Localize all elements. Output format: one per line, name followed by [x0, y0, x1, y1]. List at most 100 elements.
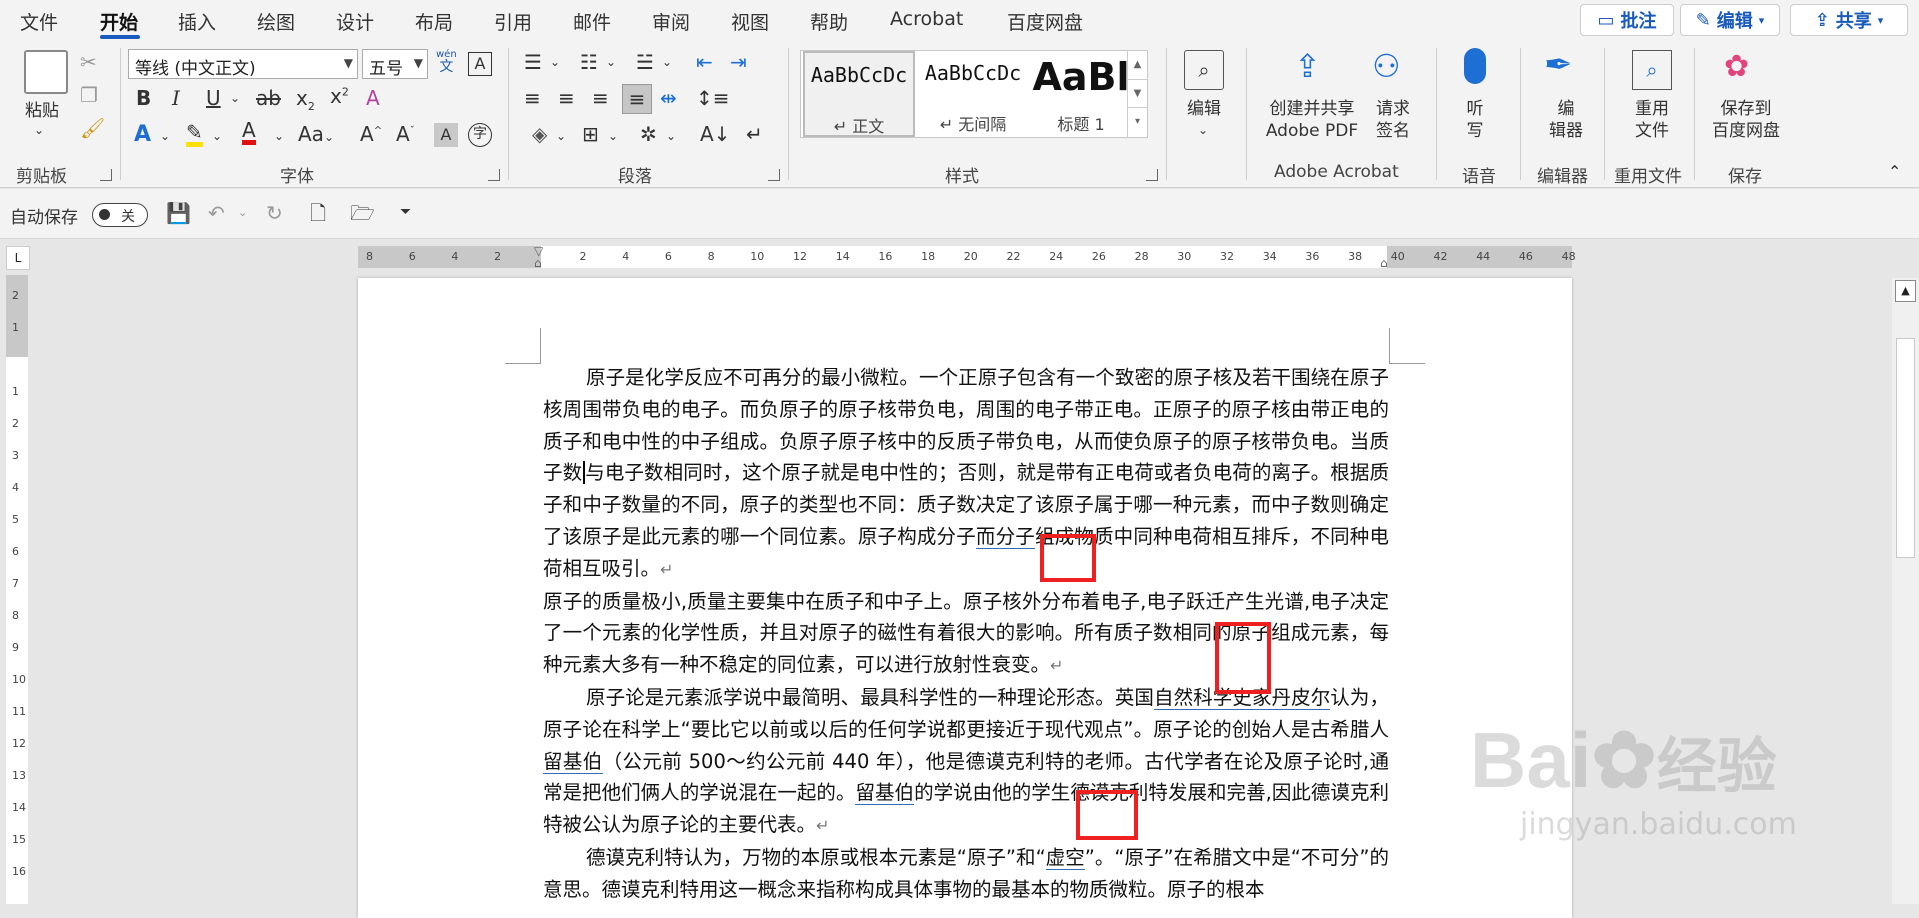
create-pdf-icon[interactable]: ⇪ [1294, 50, 1321, 82]
chevron-down-icon[interactable]: ⌄ [550, 56, 560, 68]
scroll-thumb[interactable] [1896, 338, 1915, 558]
paste-icon[interactable] [24, 50, 68, 94]
font-launcher-icon[interactable] [488, 169, 500, 181]
clear-formatting-icon[interactable]: A [366, 88, 380, 108]
chevron-down-icon[interactable]: ⌄ [160, 130, 170, 142]
tab-references[interactable]: 引用 [494, 8, 532, 35]
chevron-down-icon[interactable]: ⌄ [608, 130, 618, 142]
paragraph-launcher-icon[interactable] [768, 169, 780, 181]
chevron-down-icon[interactable]: ⌄ [556, 130, 566, 142]
align-right-icon[interactable]: ≡ [592, 88, 609, 108]
open-folder-icon[interactable]: 🗁 [350, 203, 375, 223]
multilevel-list-icon[interactable]: ☱ [636, 52, 654, 72]
change-case-icon[interactable]: Aa⌄ [298, 124, 334, 144]
style-normal[interactable]: AaBbCcDc ↵ 正文 [803, 51, 915, 137]
vertical-scrollbar[interactable]: ▲ [1892, 278, 1919, 904]
highlight-icon[interactable]: ✎ [186, 122, 203, 147]
baidu-netdisk-icon[interactable]: ✿ [1724, 52, 1749, 82]
strikethrough-icon[interactable]: ab [256, 88, 281, 108]
tab-baidu-netdisk[interactable]: 百度网盘 [1007, 8, 1083, 35]
chevron-down-icon[interactable]: ⌄ [230, 92, 240, 104]
subscript-icon[interactable]: x2 [296, 88, 315, 112]
search-icon[interactable]: ⌕ [1184, 50, 1224, 90]
superscript-icon[interactable]: x2 [330, 86, 349, 106]
character-shading-icon[interactable]: A [434, 123, 458, 147]
font-name-combo[interactable]: 等线 (中文正文) ▼ [128, 49, 358, 79]
left-indent-icon[interactable]: ⌂ [534, 256, 542, 270]
save-to-netdisk-button[interactable]: 保存到 百度网盘 [1704, 98, 1788, 142]
tab-home[interactable]: 开始 [100, 8, 138, 35]
borders-icon[interactable]: ⊞ [582, 124, 599, 144]
tab-view[interactable]: 视图 [731, 8, 769, 35]
chevron-down-icon[interactable]: ⌄ [662, 56, 672, 68]
customize-qat-icon[interactable]: ⏷ [400, 205, 411, 219]
undo-icon[interactable]: ↶ [208, 203, 225, 223]
numbering-icon[interactable]: ☷ [580, 52, 598, 72]
editor-button[interactable]: 编辑器 [1536, 98, 1596, 142]
redo-icon[interactable]: ↻ [266, 203, 283, 223]
reuse-files-icon[interactable]: ⌕ [1632, 50, 1672, 90]
shading-icon[interactable]: ◈ [532, 124, 547, 144]
editor-pen-icon[interactable]: ✒ [1544, 48, 1573, 82]
chevron-down-icon[interactable]: ⌄ [666, 130, 676, 142]
paragraph-3[interactable]: 原子论是元素派学说中最简明、最具科学性的一种理论形态。英国自然科学史家丹皮尔认为… [543, 682, 1389, 842]
justify-icon[interactable]: ≡ [622, 84, 652, 114]
clipboard-launcher-icon[interactable] [100, 169, 112, 181]
comment-button[interactable]: ▭ 批注 [1580, 4, 1674, 36]
chevron-down-icon[interactable]: ⌄ [606, 56, 616, 68]
chevron-down-icon[interactable]: ⌄ [238, 207, 247, 218]
create-pdf-button[interactable]: 创建并共享 Adobe PDF [1258, 98, 1366, 142]
underline-icon[interactable]: U [206, 88, 221, 108]
cut-icon[interactable]: ✂ [80, 52, 97, 72]
tab-design[interactable]: 设计 [336, 8, 374, 35]
hyperlink-leucippus-2[interactable]: 留基伯 [855, 781, 915, 806]
tab-layout[interactable]: 布局 [415, 8, 453, 35]
tab-review[interactable]: 审阅 [652, 8, 690, 35]
italic-icon[interactable]: I [172, 88, 180, 108]
increase-indent-icon[interactable]: ⇥ [730, 52, 747, 72]
align-left-icon[interactable]: ≡ [524, 88, 541, 108]
show-marks-icon[interactable]: ↵ [746, 124, 763, 144]
align-center-icon[interactable]: ≡ [558, 88, 575, 108]
asian-layout-icon[interactable]: ✲ [640, 124, 657, 144]
style-no-spacing[interactable]: AaBbCcDc ↵ 无间隔 [917, 51, 1029, 137]
hyperlink-leucippus[interactable]: 留基伯 [543, 749, 603, 774]
paste-button-label[interactable]: 粘贴 [20, 100, 64, 122]
scroll-up-icon[interactable]: ▲ [1895, 280, 1916, 302]
phonetic-guide-icon[interactable]: wén 文 [436, 50, 457, 75]
line-spacing-icon[interactable]: ↕≡ [696, 88, 730, 108]
microphone-icon[interactable] [1464, 48, 1486, 84]
tab-acrobat[interactable]: Acrobat [890, 8, 963, 30]
collapse-ribbon-icon[interactable]: ⌃ [1888, 164, 1901, 180]
horizontal-ruler[interactable]: 8 6 4 2 2 4 6 8 10 12 14 16 18 20 22 24 26 28 30 32 34 36 38 40… [358, 244, 1576, 270]
character-border-icon[interactable]: A [468, 52, 492, 76]
distributed-icon[interactable]: ⇹ [660, 88, 677, 108]
shrink-font-icon[interactable]: Aˇ [396, 124, 415, 144]
tab-mailings[interactable]: 邮件 [573, 8, 611, 35]
font-color-icon[interactable]: A [242, 120, 256, 145]
request-signature-icon[interactable]: ⚇ [1372, 50, 1401, 82]
tab-draw[interactable]: 绘图 [257, 8, 295, 35]
style-heading-1[interactable]: AaBl 标题 1 [1031, 51, 1131, 137]
editing-mode-button[interactable]: ✎ 编辑 ▾ [1680, 4, 1780, 36]
hyperlink-molecule[interactable]: 而分子 [975, 524, 1035, 549]
tab-file[interactable]: 文件 [20, 8, 58, 35]
chevron-down-icon[interactable]: ⌄ [274, 130, 284, 142]
copy-icon[interactable]: ❐ [80, 85, 98, 105]
tab-insert[interactable]: 插入 [178, 8, 216, 35]
share-button[interactable]: ⇪ 共享 ▾ [1790, 4, 1908, 36]
chevron-down-icon[interactable]: ⌄ [34, 124, 44, 136]
request-signature-button[interactable]: 请求 签名 [1372, 98, 1414, 142]
new-document-icon[interactable]: 🗋 [310, 203, 326, 223]
grow-font-icon[interactable]: A^ [360, 124, 382, 144]
hyperlink-void[interactable]: 虚空 [1045, 845, 1085, 870]
paragraph-1[interactable]: 原子是化学反应不可再分的最小微粒。一个正原子包含有一个致密的原子核及若干围绕在原… [543, 362, 1389, 586]
enclose-characters-icon[interactable]: 字 [468, 123, 492, 147]
sort-icon[interactable]: A↓ [700, 124, 730, 144]
font-size-combo[interactable]: 五号 ▼ [362, 49, 428, 79]
styles-scroll[interactable]: ▲ ▼ ▾ [1127, 51, 1147, 137]
paragraph-4[interactable]: 德谟克利特认为，万物的本原或根本元素是“原子”和“虚空”。“原子”在希腊文中是“… [543, 842, 1389, 906]
styles-launcher-icon[interactable] [1146, 169, 1158, 181]
bullets-icon[interactable]: ☰ [524, 52, 542, 72]
tab-stop-selector[interactable]: L [6, 246, 30, 270]
